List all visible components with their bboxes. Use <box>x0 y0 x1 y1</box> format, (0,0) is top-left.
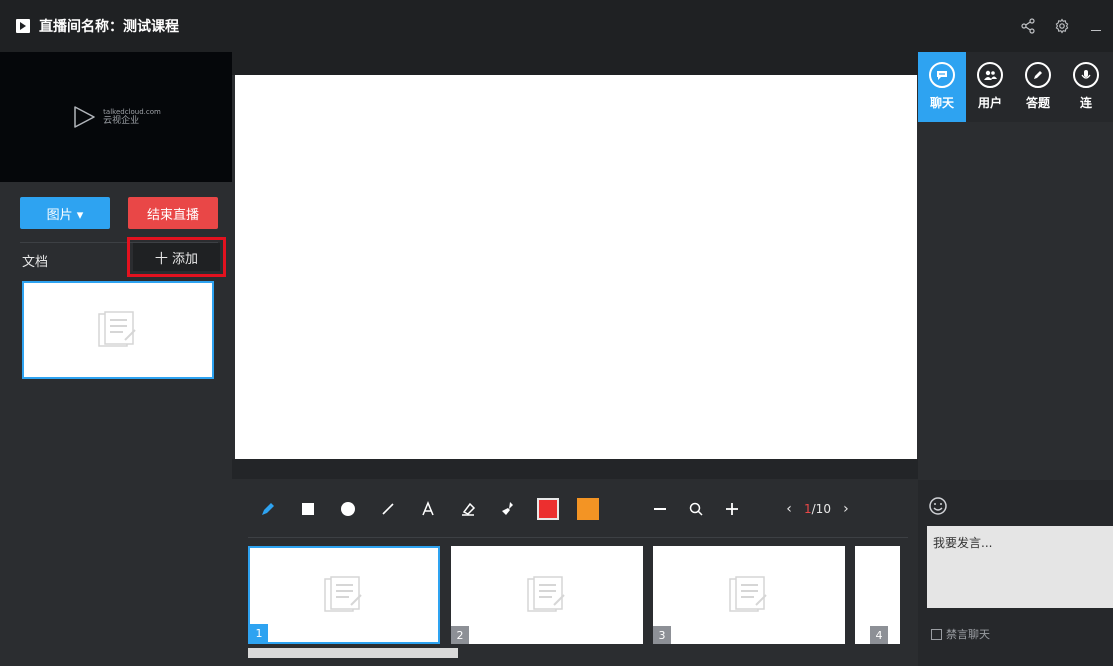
end-live-button[interactable]: 结束直播 <box>128 197 218 229</box>
thumbnail-scrollbar[interactable] <box>248 648 458 658</box>
rectangle-tool[interactable] <box>288 482 328 536</box>
mute-chat-toggle[interactable]: 禁言聊天 <box>931 626 990 642</box>
title-bar: 直播间名称：测试课程 <box>0 0 1113 52</box>
chevron-left-icon: ‹ <box>786 501 792 517</box>
prev-page-button[interactable]: ‹ <box>774 501 804 517</box>
canvas-bottom-bar <box>232 459 918 479</box>
text-icon <box>422 501 434 516</box>
clear-tool[interactable] <box>488 482 528 536</box>
right-panel: 聊天 用户 答题 连 我要发言... 禁言聊天 <box>918 52 1113 666</box>
page-navigator: ‹ 1 /10 › <box>774 501 861 517</box>
line-icon <box>382 503 394 515</box>
video-preview: talkedcloud.com 云视企业 <box>0 52 232 182</box>
page-thumbnail[interactable]: 4 <box>855 546 900 644</box>
minimize-icon <box>1091 29 1101 31</box>
right-tabs: 聊天 用户 答题 连 <box>918 52 1113 122</box>
tab-label: 用户 <box>977 96 1002 110</box>
image-dropdown-button[interactable]: 图片 ▾ <box>20 197 110 229</box>
logo-text: talkedcloud.com 云视企业 <box>103 108 161 126</box>
document-thumbnail[interactable] <box>22 281 214 379</box>
app-window: 直播间名称：测试课程 talkedcloud.com 云视企业 图片 ▾ 结束直… <box>0 0 1113 666</box>
tab-quiz[interactable]: 答题 <box>1014 52 1062 122</box>
microphone-icon <box>1073 62 1099 88</box>
zoom-in-button[interactable] <box>714 482 750 536</box>
play-icon <box>16 19 30 33</box>
add-highlight-box: 十 添加 <box>127 237 226 277</box>
whiteboard-canvas[interactable] <box>235 75 917 459</box>
chat-messages <box>918 122 1113 480</box>
document-placeholder-icon <box>527 576 565 612</box>
tab-label: 聊天 <box>929 96 954 110</box>
page-number-badge: 4 <box>870 626 888 644</box>
toolbar-divider <box>248 537 908 538</box>
page-thumbnail[interactable]: 2 <box>451 546 643 644</box>
current-page: 1 <box>804 502 812 516</box>
circle-tool[interactable] <box>328 482 368 536</box>
total-pages: /10 <box>811 502 831 516</box>
tab-users[interactable]: 用户 <box>966 52 1014 122</box>
document-placeholder-icon <box>98 311 136 347</box>
eraser-tool[interactable] <box>448 482 488 536</box>
users-icon <box>977 62 1003 88</box>
logo-play-icon <box>74 106 95 128</box>
page-thumbnail[interactable]: 1 <box>248 546 440 644</box>
mute-label: 禁言聊天 <box>946 628 990 641</box>
share-button[interactable] <box>1011 0 1045 52</box>
documents-label: 文档 <box>22 255 49 270</box>
red-color-swatch[interactable] <box>537 498 559 520</box>
zoom-reset-button[interactable] <box>678 482 714 536</box>
share-icon <box>1021 18 1035 34</box>
page-number-badge: 1 <box>250 624 268 642</box>
tab-label: 连 <box>1079 96 1092 110</box>
pen-tool[interactable] <box>248 482 288 536</box>
window-title: 直播间名称：测试课程 <box>39 19 179 35</box>
page-number-badge: 3 <box>653 626 671 644</box>
mute-checkbox[interactable] <box>931 628 942 640</box>
chat-input[interactable]: 我要发言... <box>927 526 1113 608</box>
tab-mic[interactable]: 连 <box>1062 52 1110 122</box>
page-thumbnail-strip: 1 2 3 4 <box>248 546 900 646</box>
line-tool[interactable] <box>368 482 408 536</box>
text-tool[interactable] <box>408 482 448 536</box>
document-placeholder-icon <box>729 576 767 612</box>
logo-brand: 云视企业 <box>103 116 140 126</box>
tab-chat[interactable]: 聊天 <box>918 52 966 122</box>
plus-icon <box>726 503 738 515</box>
chevron-right-icon: › <box>843 501 849 517</box>
minimize-button[interactable] <box>1079 0 1113 52</box>
eraser-icon <box>462 502 476 516</box>
magnifier-icon <box>689 502 703 516</box>
settings-button[interactable] <box>1045 0 1079 52</box>
next-page-button[interactable]: › <box>831 501 861 517</box>
title-bar-actions <box>1011 0 1113 52</box>
tab-label: 答题 <box>1025 96 1050 110</box>
circle-icon <box>341 502 355 516</box>
zoom-controls <box>642 482 750 536</box>
gear-icon <box>1055 18 1069 34</box>
left-panel: talkedcloud.com 云视企业 图片 ▾ 结束直播 文档 十 添加 <box>0 52 232 666</box>
main-panel: ‹ 1 /10 › 1 2 3 4 <box>232 52 918 666</box>
page-thumbnail[interactable]: 3 <box>653 546 845 644</box>
orange-color-swatch[interactable] <box>577 498 599 520</box>
page-number-badge: 2 <box>451 626 469 644</box>
add-document-button[interactable]: 十 添加 <box>133 243 220 271</box>
broom-icon <box>502 502 513 515</box>
zoom-out-button[interactable] <box>642 482 678 536</box>
chat-bubble-icon <box>929 62 955 88</box>
document-placeholder-icon <box>324 576 362 612</box>
brand-logo: talkedcloud.com 云视企业 <box>71 104 161 130</box>
drawing-toolbar: ‹ 1 /10 › <box>248 482 908 536</box>
canvas-top-bar <box>232 52 918 75</box>
emoji-icon[interactable] <box>928 496 948 516</box>
square-icon <box>302 503 314 515</box>
pencil-icon <box>1025 62 1051 88</box>
pen-icon <box>262 503 274 515</box>
minus-icon <box>654 508 666 510</box>
